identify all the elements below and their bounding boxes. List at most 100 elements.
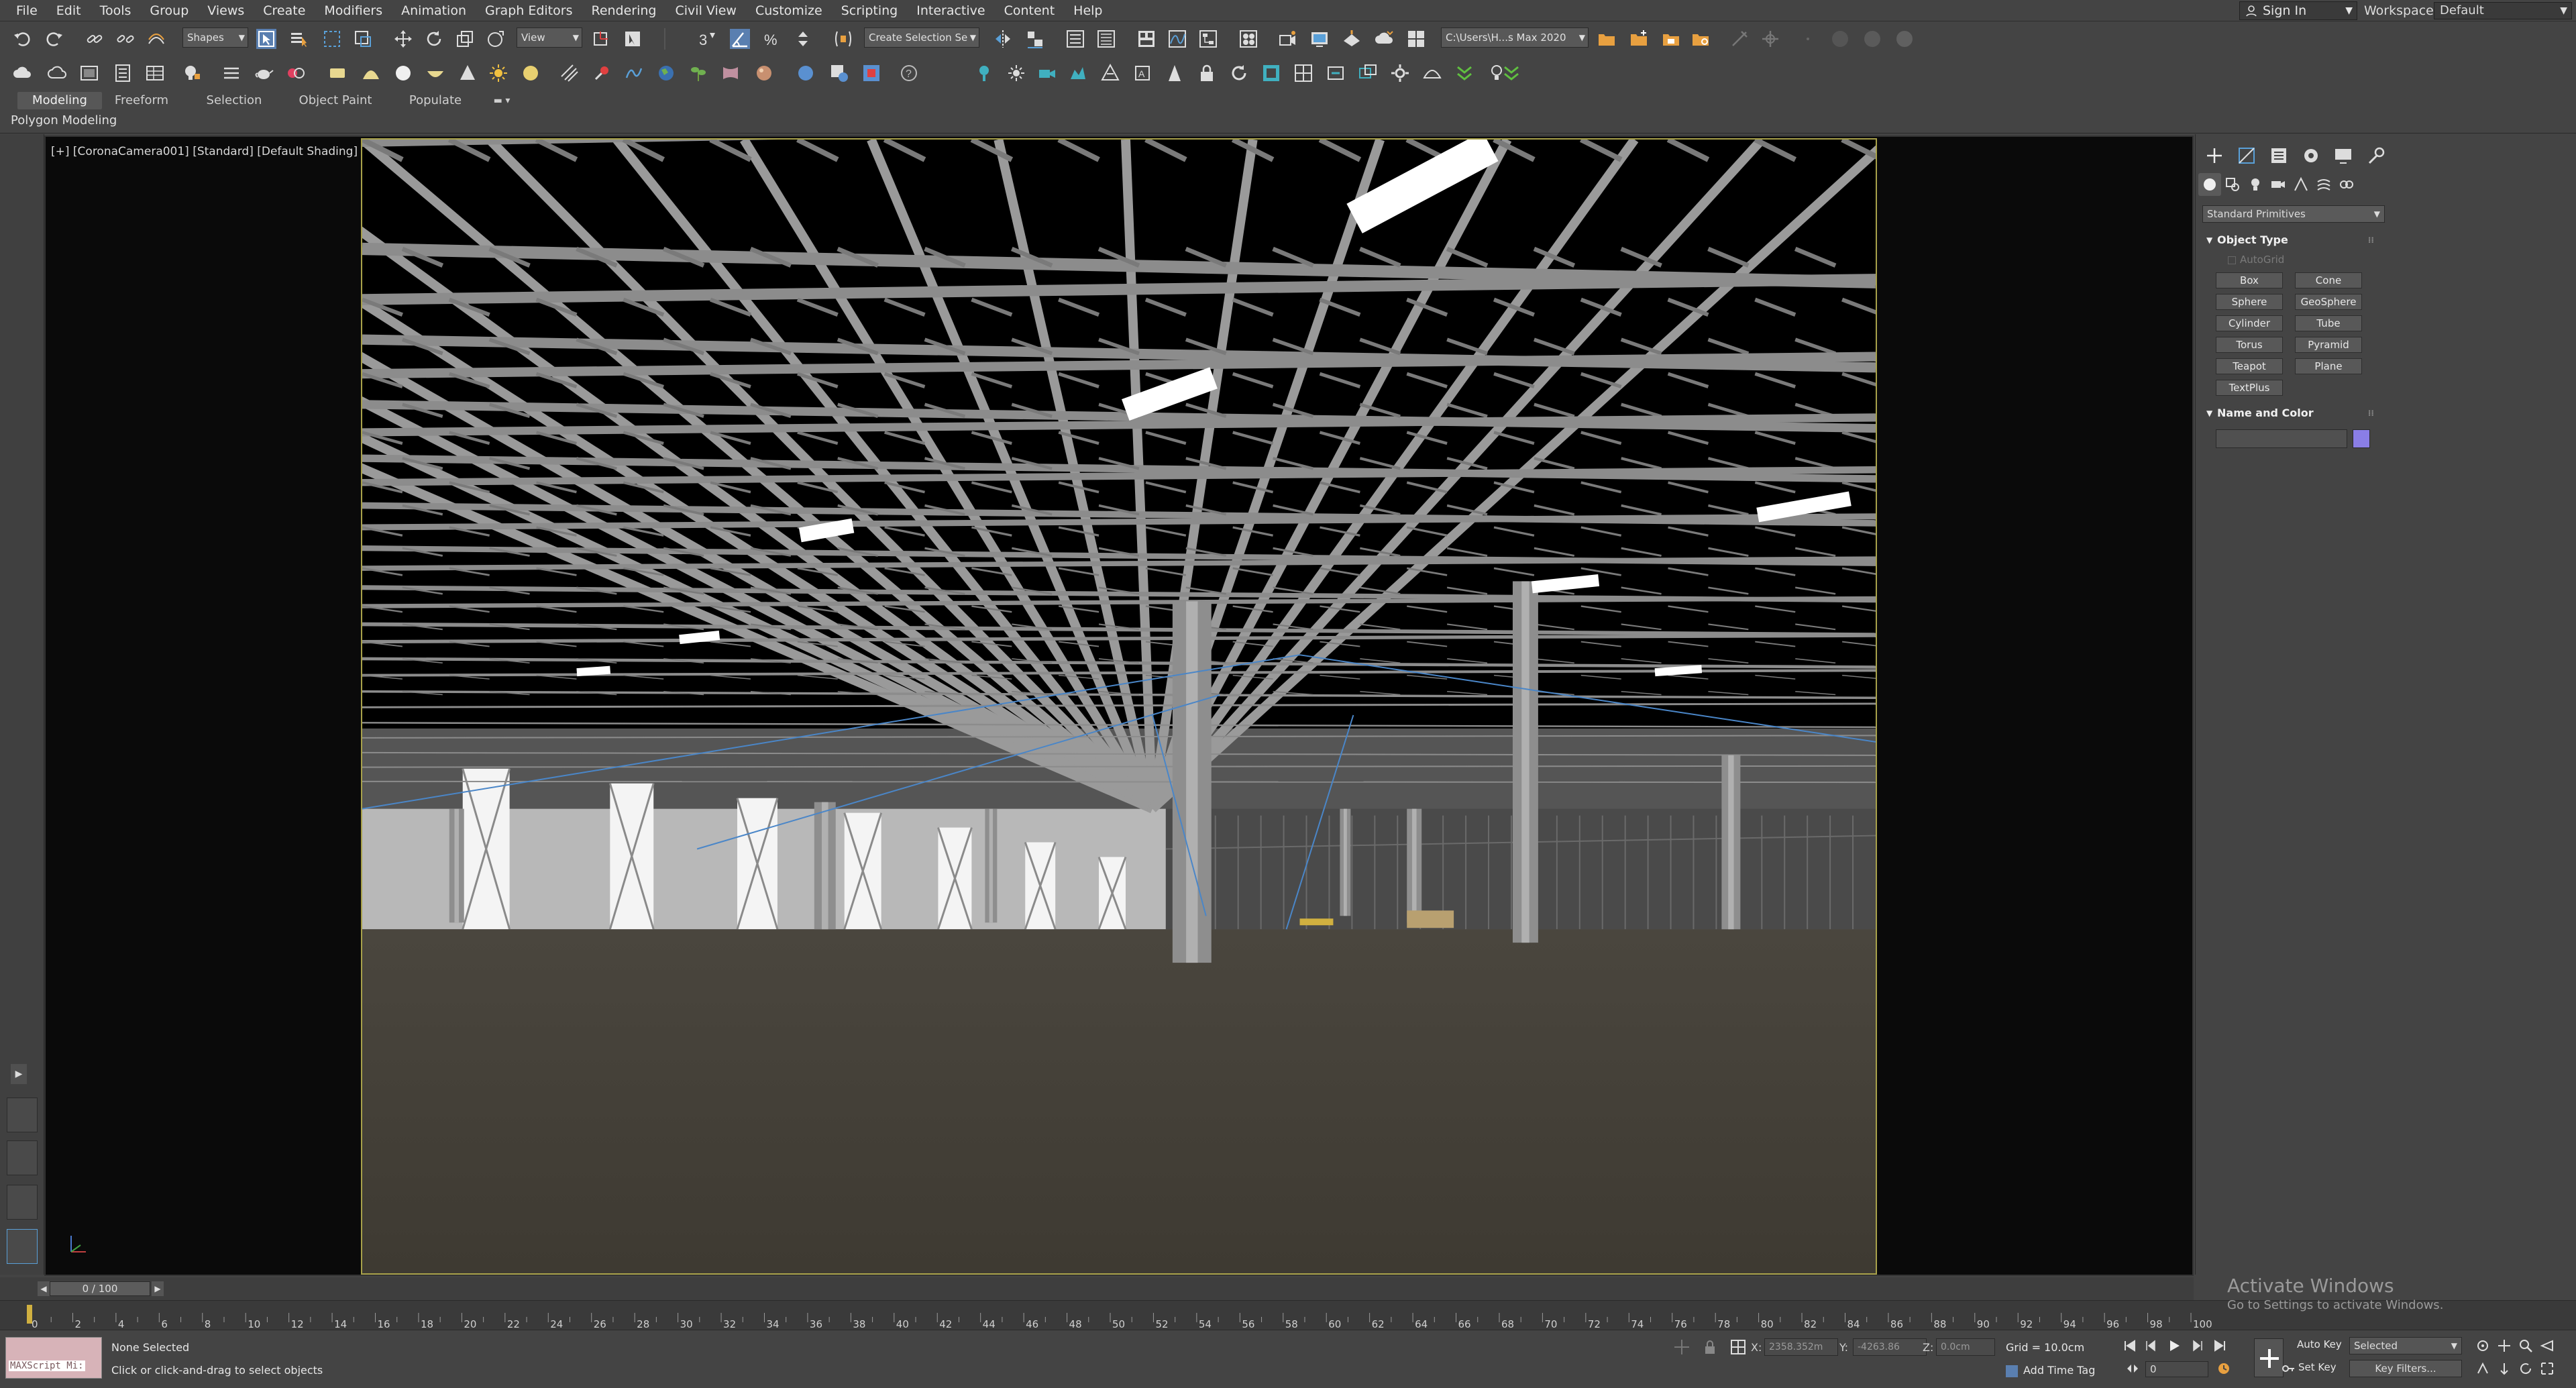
move-icon[interactable]: [393, 29, 413, 49]
object-name-field[interactable]: [2216, 429, 2347, 448]
render-production-icon[interactable]: [1342, 29, 1362, 49]
named-selection-dropdown[interactable]: Create Selection Se ▼: [864, 28, 979, 48]
render-frame-icon[interactable]: [79, 63, 99, 83]
dolly-icon[interactable]: [2497, 1361, 2512, 1376]
layer-explorer-icon[interactable]: [1096, 29, 1116, 49]
pin-icon[interactable]: [592, 63, 612, 83]
menu-item-rendering[interactable]: Rendering: [582, 0, 665, 21]
go-to-end-icon[interactable]: [2212, 1338, 2227, 1353]
menu-item-civil-view[interactable]: Civil View: [666, 0, 746, 21]
time-config-icon[interactable]: [2216, 1361, 2231, 1376]
key-mode-toggle-icon[interactable]: [2125, 1361, 2140, 1376]
shapes-category[interactable]: [2221, 173, 2244, 196]
tube-button[interactable]: Tube: [2295, 315, 2362, 331]
object-type-rollout[interactable]: ▼ Object Type ⁞⁞: [2202, 232, 2377, 248]
tab-freeform[interactable]: Freeform: [102, 92, 181, 109]
chevrons-down-icon[interactable]: [1454, 63, 1474, 83]
maximize-viewport-icon[interactable]: [2540, 1361, 2555, 1376]
helpers-category[interactable]: [2290, 173, 2312, 196]
menu-item-file[interactable]: File: [7, 0, 47, 21]
blue-sphere-icon[interactable]: [796, 63, 816, 83]
set-key-mode-button[interactable]: Set Key: [2298, 1361, 2337, 1373]
autogrid-checkbox[interactable]: AutoGrid: [2228, 254, 2284, 266]
a360-gallery-icon[interactable]: [1406, 29, 1426, 49]
corona-icon[interactable]: [1358, 63, 1378, 83]
menu-item-group[interactable]: Group: [140, 0, 198, 21]
menu-item-graph-editors[interactable]: Graph Editors: [476, 0, 582, 21]
list-icon[interactable]: [113, 63, 133, 83]
scale-icon[interactable]: [455, 29, 475, 49]
geometry-category[interactable]: [2198, 173, 2221, 196]
transform-icon[interactable]: [221, 63, 241, 83]
dome-icon[interactable]: [361, 63, 381, 83]
menu-item-help[interactable]: Help: [1064, 0, 1112, 21]
viewport-layout-quad[interactable]: [7, 1098, 38, 1132]
tab-populate[interactable]: Populate: [396, 92, 475, 109]
menu-item-content[interactable]: Content: [995, 0, 1065, 21]
dome-outline-icon[interactable]: [1422, 63, 1442, 83]
display-tab[interactable]: [2327, 144, 2359, 168]
project-folder-dropdown[interactable]: C:\Users\H...s Max 2020 ▼: [1441, 28, 1589, 48]
time-slider-thumb[interactable]: 0 / 100: [50, 1281, 150, 1296]
hierarchy-tab[interactable]: [2263, 144, 2295, 168]
systems-category[interactable]: [2335, 173, 2358, 196]
cone-button[interactable]: Cone: [2295, 272, 2362, 288]
walk-through-icon[interactable]: [2475, 1361, 2490, 1376]
current-frame-field[interactable]: 0: [2145, 1361, 2208, 1377]
material-editor-icon[interactable]: [1238, 29, 1258, 49]
zoom-icon[interactable]: [2518, 1338, 2533, 1353]
material-sphere-icon[interactable]: [754, 63, 774, 83]
decal-icon[interactable]: A: [1132, 63, 1152, 83]
plant-icon[interactable]: [688, 63, 708, 83]
expand-layouts-button[interactable]: ▶: [11, 1064, 27, 1084]
spinner-snap-icon[interactable]: [793, 29, 813, 49]
proxy-icon[interactable]: [1068, 63, 1088, 83]
menu-item-edit[interactable]: Edit: [47, 0, 91, 21]
menu-item-create[interactable]: Create: [254, 0, 315, 21]
polygon-modeling-label[interactable]: Polygon Modeling: [11, 113, 117, 127]
fabric-icon[interactable]: [720, 63, 741, 83]
ribbon-toggle-icon[interactable]: [1136, 29, 1157, 49]
percent-snap-icon[interactable]: %: [762, 29, 782, 49]
add-time-tag-button[interactable]: Add Time Tag: [2006, 1364, 2095, 1377]
modify-tab[interactable]: [2231, 144, 2263, 168]
viewport-layout-single[interactable]: [7, 1229, 38, 1264]
circle-button-icon[interactable]: [1830, 29, 1850, 49]
viewport-layout-split[interactable]: [7, 1185, 38, 1220]
wire-icon[interactable]: [624, 63, 644, 83]
frame-buffer-icon[interactable]: [1293, 63, 1313, 83]
geosphere-button[interactable]: GeoSphere: [2295, 294, 2362, 310]
workspace-select[interactable]: Default ▼: [2434, 2, 2572, 19]
object-color-swatch[interactable]: [2353, 429, 2370, 448]
camera-viewport[interactable]: [+] [CoronaCamera001] [Standard] [Defaul…: [44, 136, 2194, 1276]
rotate-icon[interactable]: [424, 29, 444, 49]
auto-key-button[interactable]: Auto Key: [2297, 1338, 2342, 1350]
pyramid-button[interactable]: Pyramid: [2295, 337, 2362, 353]
corona-camera-icon[interactable]: [1037, 63, 1057, 83]
cameras-category[interactable]: [2267, 173, 2290, 196]
help-icon[interactable]: ?: [899, 63, 919, 83]
selection-lock-icon[interactable]: [1700, 1337, 1720, 1357]
cylinder-button[interactable]: Cylinder: [2216, 315, 2283, 331]
go-to-start-icon[interactable]: [2123, 1338, 2137, 1353]
absolute-mode-icon[interactable]: [1728, 1337, 1748, 1357]
link-icon[interactable]: [85, 29, 105, 49]
select-by-name-icon[interactable]: [288, 29, 309, 49]
redo-icon[interactable]: [44, 29, 64, 49]
sun-light-icon[interactable]: [1006, 63, 1026, 83]
create-project-from-selection-icon[interactable]: [1661, 29, 1681, 49]
settings-gear-icon[interactable]: [1390, 63, 1410, 83]
tab-object-paint[interactable]: Object Paint: [288, 92, 382, 109]
cloud-icon[interactable]: [12, 63, 32, 83]
open-project-icon[interactable]: [1597, 29, 1617, 49]
viewport-label[interactable]: [+] [CoronaCamera001] [Standard] [Defaul…: [51, 145, 358, 158]
unlink-icon[interactable]: [115, 29, 136, 49]
distance-icon[interactable]: [1165, 63, 1185, 83]
bowl-icon[interactable]: [425, 63, 445, 83]
y-coordinate-field[interactable]: -4263.86: [1853, 1338, 1927, 1356]
name-and-color-rollout[interactable]: ▼ Name and Color ⁞⁞: [2202, 405, 2377, 421]
previous-frame-button[interactable]: ◀: [38, 1281, 50, 1296]
modifier-icon[interactable]: [286, 63, 306, 83]
sphere-icon[interactable]: [393, 63, 413, 83]
current-frame-marker[interactable]: [27, 1305, 32, 1324]
